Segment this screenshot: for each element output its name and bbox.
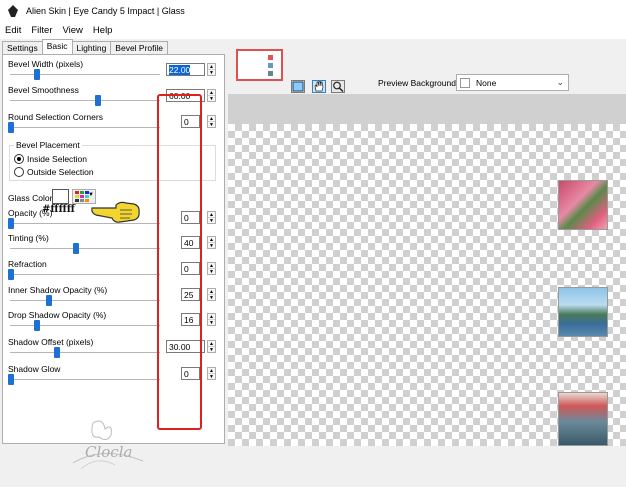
shadow-offset-slider-thumb[interactable] <box>54 347 60 358</box>
bevel-width-label: Bevel Width (pixels) <box>8 59 84 69</box>
radio-inside-label: Inside Selection <box>27 154 88 164</box>
round-corners-slider-track[interactable] <box>10 127 160 128</box>
menu-filter[interactable]: Filter <box>26 25 57 36</box>
bevel-smoothness-label: Bevel Smoothness <box>8 85 79 95</box>
round-corners-spinner[interactable]: ▲ ▼ <box>207 115 216 128</box>
bevel-width-control: Bevel Width (pixels) 22.00 ▲ ▼ <box>8 59 223 81</box>
tab-bevel-profile[interactable]: Bevel Profile <box>110 41 169 55</box>
round-corners-label: Round Selection Corners <box>8 112 103 122</box>
bevel-smoothness-slider-thumb[interactable] <box>95 95 101 106</box>
zoom-fit-button[interactable] <box>291 80 305 93</box>
watermark-logo: Clocla <box>63 415 163 485</box>
preview-toolbar: Preview Background: None ⌄ <box>228 39 626 94</box>
window-title: Alien Skin | Eye Candy 5 Impact | Glass <box>26 6 185 16</box>
refraction-slider-track[interactable] <box>10 274 160 275</box>
inner-shadow-spinner[interactable]: ▲ ▼ <box>207 288 216 301</box>
radio-outside-label: Outside Selection <box>27 167 94 177</box>
settings-pane: Settings Basic Lighting Bevel Profile Be… <box>0 39 228 470</box>
shadow-offset-slider-track[interactable] <box>10 352 160 353</box>
opacity-spinner[interactable]: ▲ ▼ <box>207 211 216 224</box>
preview-header-band <box>228 94 626 124</box>
tab-strip: Settings Basic Lighting Bevel Profile <box>2 39 169 55</box>
refraction-label: Refraction <box>8 259 47 269</box>
bevel-width-spinner[interactable]: ▲ ▼ <box>207 63 216 76</box>
radio-inside-dot[interactable] <box>14 154 24 164</box>
thumb-marker <box>268 55 273 60</box>
shadow-glow-slider-track[interactable] <box>10 379 160 380</box>
radio-inside-selection[interactable]: Inside Selection <box>14 154 87 164</box>
radio-outside-dot[interactable] <box>14 167 24 177</box>
bevel-width-input[interactable]: 22.00 <box>166 63 205 76</box>
glass-color-swatch[interactable] <box>52 189 69 204</box>
bevel-width-slider-track[interactable] <box>10 74 160 75</box>
preview-background-value: None <box>476 78 497 88</box>
shadow-offset-label: Shadow Offset (pixels) <box>8 337 94 347</box>
navigator-thumbnail[interactable] <box>236 49 283 81</box>
menu-edit[interactable]: Edit <box>0 25 26 36</box>
magnify-fit-icon <box>292 81 304 92</box>
thumb-marker <box>268 63 273 68</box>
tinting-label: Tinting (%) <box>8 233 49 243</box>
menu-bar: Edit Filter View Help <box>0 22 626 39</box>
title-bar: Alien Skin | Eye Candy 5 Impact | Glass <box>0 0 626 22</box>
bevel-smoothness-spinner[interactable]: ▲ ▼ <box>207 89 216 102</box>
drop-shadow-spinner[interactable]: ▲ ▼ <box>207 313 216 326</box>
bevel-width-slider-thumb[interactable] <box>34 69 40 80</box>
preview-background-label: Preview Background: <box>378 78 459 88</box>
shadow-glow-slider-thumb[interactable] <box>8 374 14 385</box>
preview-image-flowers <box>558 180 608 230</box>
preview-image-street <box>558 392 608 446</box>
refraction-slider-thumb[interactable] <box>8 269 14 280</box>
tinting-slider-track[interactable] <box>10 248 160 249</box>
preview-pane: Preview Background: None ⌄ <box>228 39 626 446</box>
bevel-placement-title: Bevel Placement <box>14 140 82 150</box>
bevel-smoothness-slider-track[interactable] <box>10 100 160 101</box>
shadow-offset-spinner[interactable]: ▲ ▼ <box>207 340 216 353</box>
preview-canvas[interactable] <box>228 124 626 446</box>
app-icon <box>8 5 18 17</box>
opacity-label: Opacity (%) <box>8 208 53 218</box>
inner-shadow-slider-thumb[interactable] <box>46 295 52 306</box>
opacity-slider-thumb[interactable] <box>8 218 14 229</box>
tinting-spinner[interactable]: ▲ ▼ <box>207 236 216 249</box>
background-swatch <box>460 78 470 88</box>
hand-tool-button[interactable] <box>312 80 326 93</box>
inner-shadow-slider-track[interactable] <box>10 300 160 301</box>
thumb-marker <box>268 71 273 76</box>
tab-settings[interactable]: Settings <box>2 41 43 55</box>
drop-shadow-label: Drop Shadow Opacity (%) <box>8 310 107 320</box>
drop-shadow-slider-thumb[interactable] <box>34 320 40 331</box>
chevron-down-icon: ⌄ <box>556 77 564 87</box>
preview-background-select[interactable]: None ⌄ <box>456 74 569 91</box>
shadow-glow-label: Shadow Glow <box>8 364 61 374</box>
magnifier-icon <box>333 81 344 93</box>
drop-shadow-slider-track[interactable] <box>10 325 160 326</box>
preview-image-seaside <box>558 287 608 337</box>
menu-help[interactable]: Help <box>88 25 118 36</box>
hand-icon <box>314 80 324 92</box>
palette-icon <box>75 191 89 202</box>
menu-view[interactable]: View <box>58 25 88 36</box>
glass-color-label: Glass Color <box>8 193 53 203</box>
zoom-tool-button[interactable] <box>331 80 345 93</box>
round-corners-slider-thumb[interactable] <box>8 122 14 133</box>
tab-basic[interactable]: Basic <box>41 39 73 55</box>
tab-lighting[interactable]: Lighting <box>71 41 112 55</box>
radio-outside-selection[interactable]: Outside Selection <box>14 167 94 177</box>
highlight-box <box>157 94 202 430</box>
shadow-glow-spinner[interactable]: ▲ ▼ <box>207 367 216 380</box>
refraction-spinner[interactable]: ▲ ▼ <box>207 262 216 275</box>
tinting-slider-thumb[interactable] <box>73 243 79 254</box>
opacity-slider-track[interactable] <box>10 223 160 224</box>
inner-shadow-label: Inner Shadow Opacity (%) <box>8 285 108 295</box>
